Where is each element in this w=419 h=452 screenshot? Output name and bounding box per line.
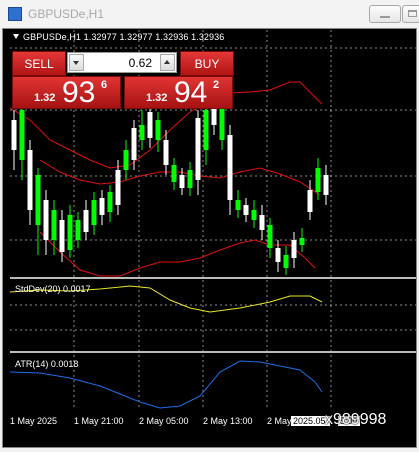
- candle-body: [227, 135, 233, 200]
- buy-price-sup: 2: [213, 79, 220, 91]
- candle-body: [75, 220, 81, 240]
- candle-body: [235, 200, 241, 210]
- candle-body: [203, 110, 209, 150]
- buy-price-prefix: 1.32: [146, 92, 168, 104]
- candle-body: [155, 120, 161, 140]
- candle-body: [59, 220, 65, 252]
- candle-body: [323, 175, 329, 195]
- candle-body: [179, 175, 185, 188]
- time-label: 1 May 2025: [10, 416, 58, 426]
- candle-body: [163, 140, 169, 165]
- candle-body: [83, 210, 89, 232]
- candle-body: [107, 192, 113, 212]
- one-click-trading-panel: SELL 0.62 BUY 1.32 93 6 1.32 94 2: [12, 51, 234, 109]
- candle-body: [99, 198, 105, 215]
- candle-body: [91, 200, 97, 225]
- candle-body: [283, 255, 289, 268]
- time-label: 2 May 13:00: [203, 416, 253, 426]
- time-label: 2 May 05:00: [139, 416, 189, 426]
- candle-body: [243, 205, 249, 215]
- candle-body: [267, 225, 273, 248]
- candle-body: [171, 165, 177, 182]
- moving-average-lines: [9, 81, 323, 277]
- stddev-label: StdDev(20) 0.0017: [15, 284, 91, 294]
- watermark-text: x989998: [325, 411, 387, 428]
- sell-price[interactable]: 1.32 93 6: [12, 76, 121, 109]
- sell-button[interactable]: SELL: [12, 51, 66, 76]
- candle-body: [51, 210, 57, 240]
- candle-body: [27, 150, 33, 210]
- candle-body: [67, 215, 73, 250]
- candle-body: [275, 248, 281, 262]
- candle-body: [251, 210, 257, 220]
- candle-body: [299, 238, 305, 245]
- buy-price[interactable]: 1.32 94 2: [124, 76, 233, 109]
- symbol-info: GBPUSDe,H1 1.32977 1.32977 1.32936 1.329…: [23, 32, 225, 42]
- candle-body: [195, 118, 201, 180]
- buy-price-main: 94: [174, 76, 208, 109]
- candle-body: [43, 200, 49, 240]
- lot-decrease-button[interactable]: [69, 54, 84, 71]
- buy-button[interactable]: BUY: [180, 51, 234, 76]
- lot-size-input[interactable]: 0.62: [67, 52, 177, 73]
- candle-body: [123, 150, 129, 170]
- candle-body: [307, 190, 313, 212]
- candle-body: [139, 125, 145, 140]
- candle-body: [115, 170, 121, 205]
- candle-body: [259, 215, 265, 230]
- sell-price-prefix: 1.32: [34, 92, 56, 104]
- candle-body: [11, 120, 17, 150]
- candle-body: [131, 128, 137, 160]
- candle-body: [291, 240, 297, 258]
- candle-body: [19, 110, 25, 160]
- candle-body: [147, 112, 153, 138]
- candle-body: [35, 175, 41, 225]
- candle-body: [187, 170, 193, 188]
- lot-increase-button[interactable]: [160, 54, 175, 71]
- ma-line: [39, 231, 316, 277]
- lot-size-value: 0.62: [128, 56, 152, 70]
- candle-body: [315, 168, 321, 192]
- candlestick-series: [11, 88, 329, 275]
- time-label: 1 May 21:00: [74, 416, 124, 426]
- sell-price-sup: 6: [101, 79, 108, 91]
- sell-price-main: 93: [62, 76, 96, 109]
- atr-label: ATR(14) 0.0018: [15, 359, 79, 369]
- time-label: 2 May: [267, 416, 292, 426]
